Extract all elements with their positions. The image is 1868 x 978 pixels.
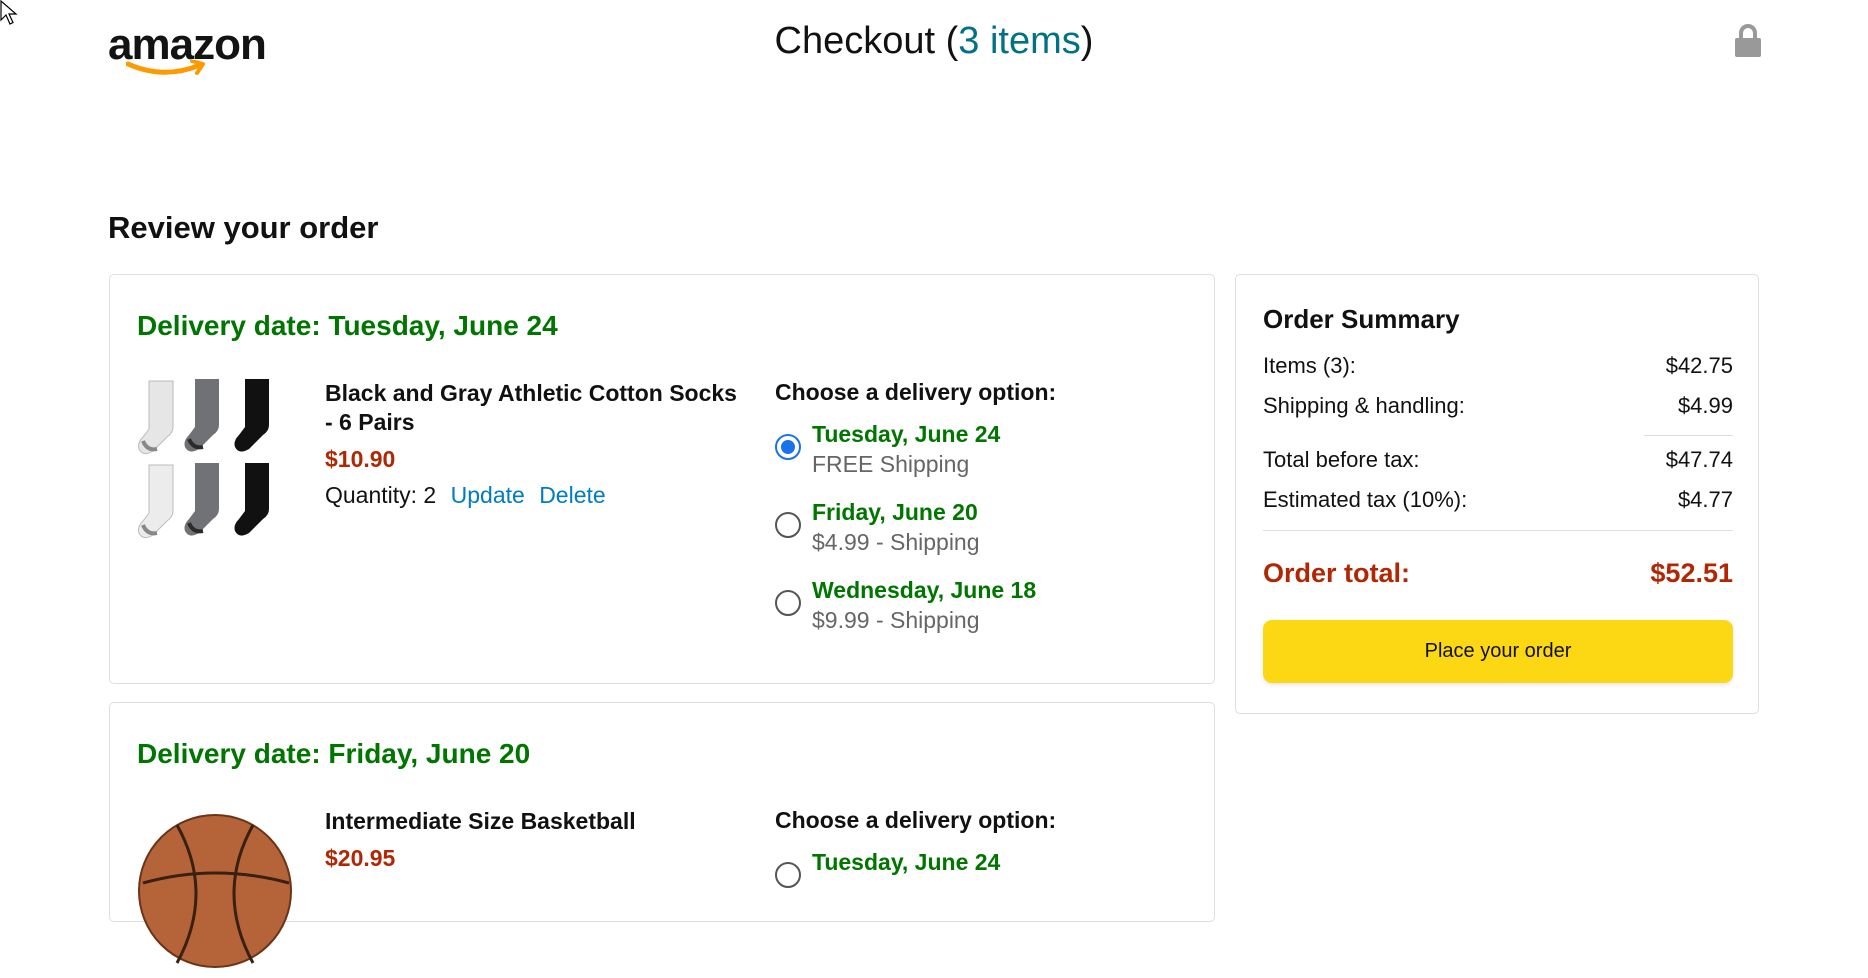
delete-item-link[interactable]: Delete xyxy=(539,482,605,508)
basketball-product-image xyxy=(137,803,297,973)
summary-before-tax-row: Total before tax: $47.74 xyxy=(1263,447,1733,473)
summary-divider xyxy=(1263,530,1733,531)
delivery-options: Choose a delivery option: Tuesday, June … xyxy=(775,807,1195,926)
summary-items-row: Items (3): $42.75 xyxy=(1263,353,1733,379)
product-price: $20.95 xyxy=(325,845,396,871)
delivery-date: Delivery date: Friday, June 20 xyxy=(137,738,531,769)
summary-tax-label: Estimated tax (10%): xyxy=(1263,487,1468,512)
delivery-option-radio[interactable] xyxy=(775,512,801,538)
checkout-title: Checkout (3 items) xyxy=(0,20,1868,63)
delivery-option[interactable]: Wednesday, June 18 $9.99 - Shipping xyxy=(775,576,1195,654)
quantity-row: Quantity: 2 Update Delete xyxy=(325,482,745,509)
delivery-option-price: $9.99 - Shipping xyxy=(812,607,980,633)
summary-shipping-value: $4.99 xyxy=(1677,393,1733,418)
lock-icon xyxy=(1734,24,1762,58)
product-price: $10.90 xyxy=(325,446,396,472)
order-total-value: $52.51 xyxy=(1650,558,1733,588)
delivery-options: Choose a delivery option: Tuesday, June … xyxy=(775,379,1195,654)
summary-before-tax-value: $47.74 xyxy=(1665,447,1733,472)
items-count-link[interactable]: 3 items xyxy=(958,20,1080,62)
delivery-option-date: Wednesday, June 18 xyxy=(812,577,1037,603)
delivery-option-radio[interactable] xyxy=(775,590,801,616)
summary-shipping-label: Shipping & handling: xyxy=(1263,393,1465,418)
checkout-title-prefix: Checkout ( xyxy=(774,20,959,62)
order-card: Delivery date: Friday, June 20 Intermedi… xyxy=(109,702,1215,968)
product-info: Intermediate Size Basketball $20.95 xyxy=(325,807,745,872)
quantity-label: Quantity: 2 xyxy=(325,482,437,508)
place-order-button[interactable]: Place your order xyxy=(1263,620,1733,683)
product-info: Black and Gray Athletic Cotton Socks - 6… xyxy=(325,379,745,509)
summary-items-label: Items (3): xyxy=(1263,353,1356,378)
delivery-option-radio[interactable] xyxy=(775,862,801,888)
delivery-option[interactable]: Friday, June 20 $4.99 - Shipping xyxy=(775,498,1195,576)
order-total-row: Order total: $52.51 xyxy=(1263,558,1733,589)
delivery-option-price: FREE Shipping xyxy=(812,451,970,477)
order-card: Delivery date: Tuesday, June 24 Black an… xyxy=(109,274,1215,684)
product-name: Black and Gray Athletic Cotton Socks - 6… xyxy=(325,380,737,435)
delivery-options-title: Choose a delivery option: xyxy=(775,379,1057,405)
product-name: Intermediate Size Basketball xyxy=(325,808,636,834)
delivery-options-title: Choose a delivery option: xyxy=(775,807,1057,833)
summary-before-tax-label: Total before tax: xyxy=(1263,447,1420,472)
socks-product-image xyxy=(137,375,297,545)
delivery-option-date: Friday, June 20 xyxy=(812,499,978,525)
summary-tax-row: Estimated tax (10%): $4.77 xyxy=(1263,487,1733,513)
summary-items-value: $42.75 xyxy=(1665,353,1733,378)
summary-tax-value: $4.77 xyxy=(1677,487,1733,512)
update-quantity-link[interactable]: Update xyxy=(451,482,525,508)
delivery-option[interactable]: Tuesday, June 24 xyxy=(775,848,1195,926)
delivery-option-date: Tuesday, June 24 xyxy=(812,421,1001,447)
order-summary-title: Order Summary xyxy=(1263,304,1460,334)
page-title: Review your order xyxy=(108,210,379,245)
checkout-header: amazon Checkout (3 items) xyxy=(0,0,1868,90)
delivery-date: Delivery date: Tuesday, June 24 xyxy=(137,310,558,341)
checkout-title-suffix: ) xyxy=(1080,20,1094,62)
delivery-option-date: Tuesday, June 24 xyxy=(812,849,1001,875)
order-summary: Order Summary Items (3): $42.75 Shipping… xyxy=(1235,274,1759,714)
summary-divider xyxy=(1644,435,1733,436)
delivery-option[interactable]: Tuesday, June 24 FREE Shipping xyxy=(775,420,1195,498)
delivery-option-radio[interactable] xyxy=(775,434,801,460)
summary-shipping-row: Shipping & handling: $4.99 xyxy=(1263,393,1733,419)
order-total-label: Order total: xyxy=(1263,558,1411,588)
delivery-option-price: $4.99 - Shipping xyxy=(812,529,980,555)
